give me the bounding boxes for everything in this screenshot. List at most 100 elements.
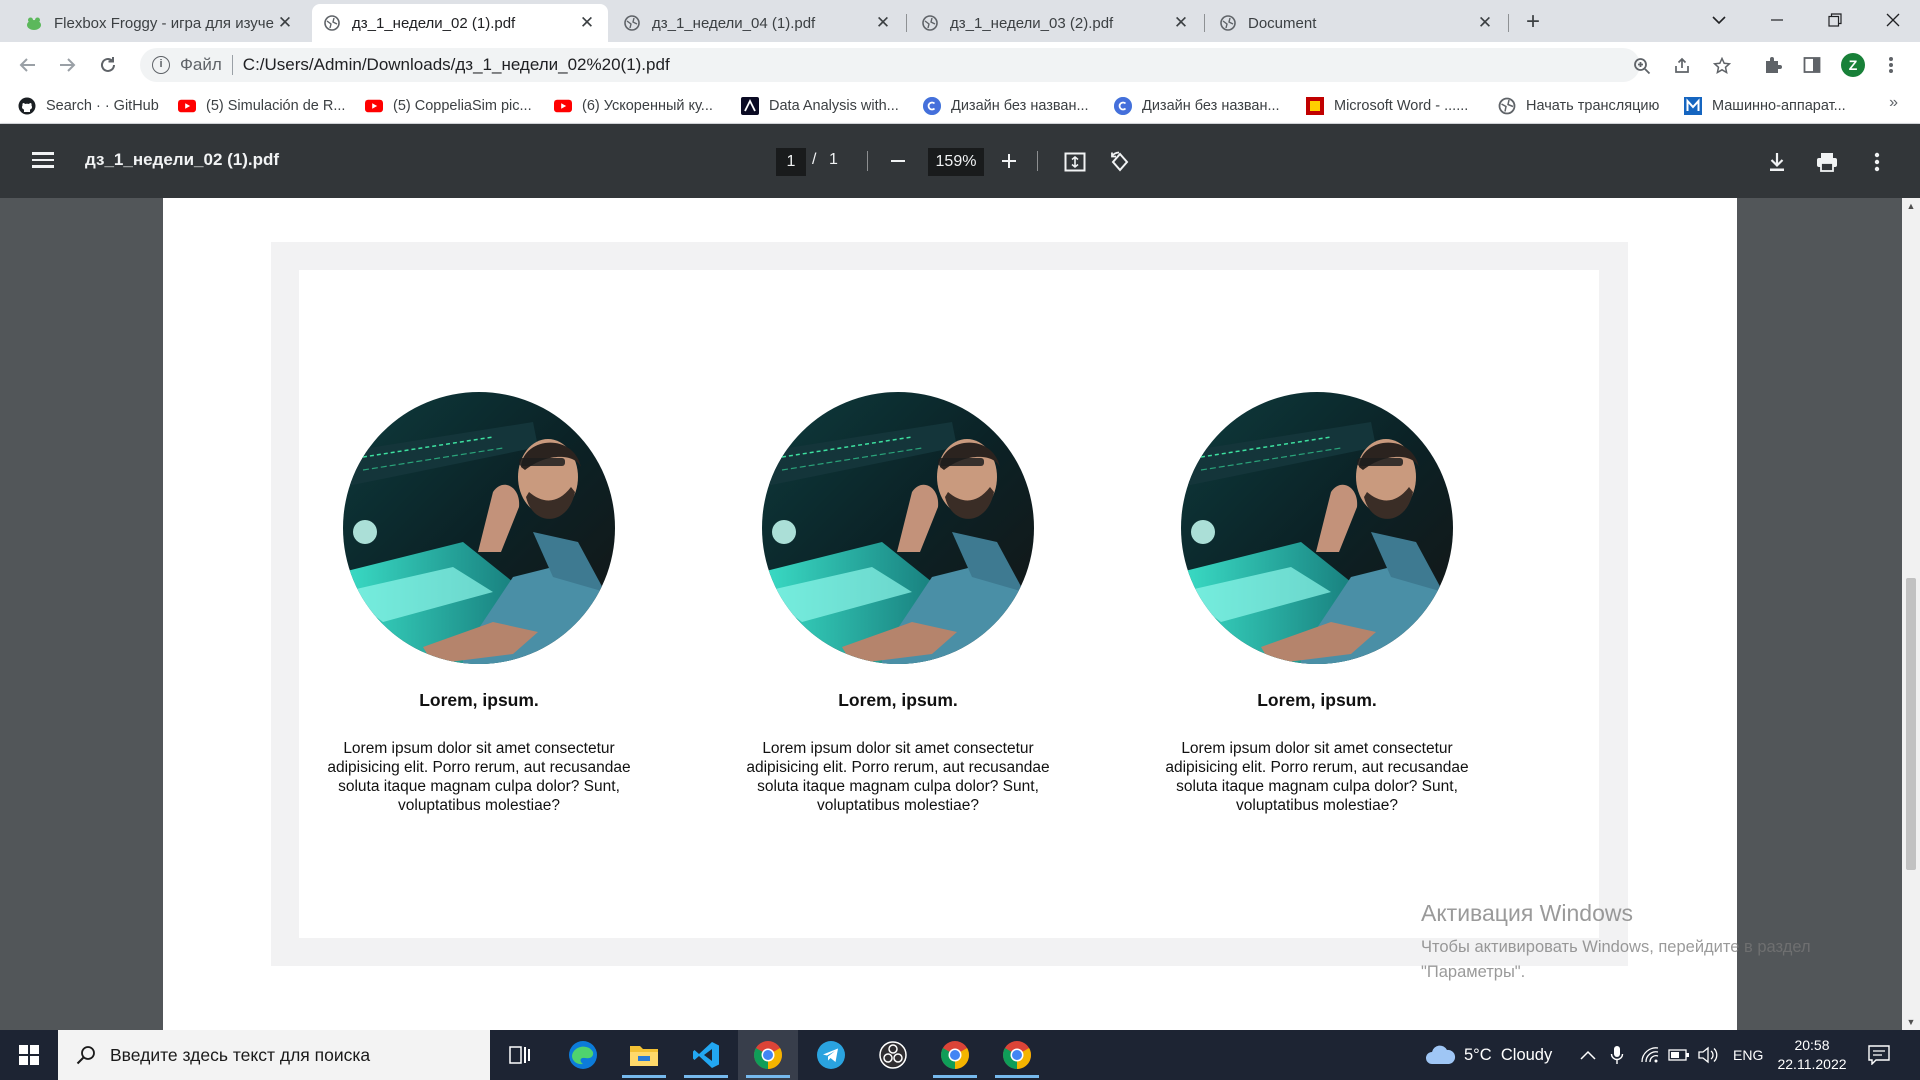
close-tab-icon[interactable]: ✕ bbox=[1476, 13, 1494, 33]
more-vertical-icon bbox=[1889, 57, 1893, 73]
bookmark-canva-1[interactable]: Дизайн без назван... bbox=[923, 94, 1089, 118]
weather-widget[interactable]: 5°C Cloudy bbox=[1424, 1030, 1552, 1080]
rotate-button[interactable] bbox=[1105, 147, 1135, 177]
pdf-page: Lorem, ipsum. Lorem ipsum dolor sit amet… bbox=[163, 198, 1737, 1030]
bookmark-label: Дизайн без назван... bbox=[1142, 98, 1280, 114]
tab-flexbox-froggy[interactable]: Flexbox Froggy - игра для изуче ✕ bbox=[14, 4, 306, 42]
minimize-button[interactable] bbox=[1748, 0, 1806, 40]
taskbar-telegram[interactable] bbox=[801, 1030, 861, 1080]
page-total: 1 bbox=[829, 151, 838, 168]
frog-icon bbox=[27, 17, 41, 30]
download-button[interactable] bbox=[1762, 147, 1792, 177]
bookmark-machine[interactable]: Машинно-аппарат... bbox=[1684, 94, 1846, 118]
close-tab-icon[interactable]: ✕ bbox=[276, 13, 294, 33]
volume-tray[interactable] bbox=[1698, 1030, 1720, 1080]
scrollbar-thumb[interactable] bbox=[1906, 578, 1916, 870]
task-view-button[interactable] bbox=[490, 1030, 550, 1080]
tab-title: дз_1_недели_02 (1).pdf bbox=[352, 14, 516, 32]
start-button[interactable] bbox=[0, 1030, 58, 1080]
reload-button[interactable] bbox=[94, 51, 122, 79]
bookmark-data-analysis[interactable]: Data Analysis with... bbox=[741, 94, 899, 118]
bookmark-broadcast[interactable]: Начать трансляцию bbox=[1498, 94, 1659, 118]
tab-pdf-03[interactable]: дз_1_недели_03 (2).pdf ✕ bbox=[910, 4, 1202, 42]
profile-button[interactable]: Z bbox=[1838, 50, 1868, 80]
info-icon[interactable]: i bbox=[152, 56, 170, 74]
document-icon bbox=[1306, 97, 1324, 115]
back-button[interactable] bbox=[14, 51, 42, 79]
taskbar-chrome-profile-2[interactable] bbox=[925, 1030, 985, 1080]
zoom-in-button[interactable] bbox=[994, 146, 1024, 176]
microphone-tray[interactable] bbox=[1610, 1030, 1624, 1080]
zoom-icon[interactable] bbox=[1630, 54, 1654, 78]
divider bbox=[231, 55, 233, 75]
forward-button[interactable] bbox=[53, 51, 81, 79]
fit-page-button[interactable] bbox=[1060, 147, 1090, 177]
print-button[interactable] bbox=[1812, 147, 1842, 177]
task-view-icon bbox=[509, 1046, 530, 1064]
bookmark-youtube-3[interactable]: (6) Ускоренный ку... bbox=[554, 94, 713, 118]
pdf-viewport[interactable]: Lorem, ipsum. Lorem ipsum dolor sit amet… bbox=[0, 198, 1920, 1030]
page-number-input[interactable]: 1 bbox=[776, 148, 806, 176]
tab-pdf-02[interactable]: дз_1_недели_02 (1).pdf ✕ bbox=[312, 4, 608, 42]
divider bbox=[867, 151, 868, 171]
star-icon[interactable] bbox=[1710, 54, 1734, 78]
bookmark-youtube-1[interactable]: (5) Simulación de R... bbox=[178, 94, 345, 118]
taskbar-clock[interactable]: 20:58 22.11.2022 bbox=[1770, 1036, 1854, 1074]
restore-icon bbox=[1828, 13, 1842, 27]
bookmark-canva-2[interactable]: Дизайн без назван... bbox=[1114, 94, 1280, 118]
network-tray[interactable] bbox=[1640, 1030, 1660, 1080]
tab-pdf-04[interactable]: дз_1_недели_04 (1).pdf ✕ bbox=[612, 4, 904, 42]
youtube-icon bbox=[178, 98, 196, 114]
chrome-icon bbox=[754, 1041, 782, 1069]
side-panel-button[interactable] bbox=[1797, 50, 1827, 80]
url-text[interactable]: C:/Users/Admin/Downloads/дз_1_недели_02%… bbox=[243, 55, 670, 75]
zoom-out-button[interactable] bbox=[883, 146, 913, 176]
bookmark-word[interactable]: Microsoft Word - ...... bbox=[1306, 94, 1468, 118]
profile-card: Lorem, ipsum. Lorem ipsum dolor sit amet… bbox=[1137, 392, 1497, 815]
bookmarks-more-button[interactable]: » bbox=[1889, 94, 1898, 112]
plus-icon bbox=[1002, 154, 1016, 168]
taskbar-obs[interactable] bbox=[863, 1030, 923, 1080]
arrow-left-icon bbox=[19, 58, 35, 72]
pdf-more-button[interactable] bbox=[1862, 147, 1892, 177]
address-bar[interactable]: i Файл C:/Users/Admin/Downloads/дз_1_нед… bbox=[140, 48, 1731, 82]
telegram-icon bbox=[817, 1041, 845, 1069]
share-icon[interactable] bbox=[1670, 54, 1694, 78]
taskbar-file-explorer[interactable] bbox=[614, 1030, 674, 1080]
language-indicator[interactable]: ENG bbox=[1733, 1030, 1763, 1080]
tab-search-button[interactable] bbox=[1690, 0, 1748, 40]
bookmark-github[interactable]: Search · · GitHub bbox=[18, 94, 159, 118]
new-tab-button[interactable]: + bbox=[1520, 9, 1546, 35]
taskbar-chrome-active[interactable] bbox=[738, 1030, 798, 1080]
show-hidden-icons-button[interactable] bbox=[1580, 1030, 1596, 1080]
taskbar-vscode[interactable] bbox=[676, 1030, 736, 1080]
taskbar-chrome-profile-3[interactable] bbox=[987, 1030, 1047, 1080]
close-window-button[interactable] bbox=[1864, 0, 1920, 40]
browser-menu-button[interactable] bbox=[1876, 50, 1906, 80]
tab-strip: Flexbox Froggy - игра для изуче ✕ дз_1_н… bbox=[0, 0, 1920, 42]
battery-tray[interactable] bbox=[1668, 1030, 1690, 1080]
globe-icon bbox=[922, 15, 938, 31]
tab-separator bbox=[1204, 14, 1205, 32]
tab-document[interactable]: Document ✕ bbox=[1208, 4, 1506, 42]
notification-icon bbox=[1868, 1045, 1890, 1065]
avatar: Z bbox=[1841, 53, 1865, 77]
bookmark-youtube-2[interactable]: (5) CoppeliaSim pic... bbox=[365, 94, 532, 118]
obs-icon bbox=[879, 1041, 907, 1069]
scroll-down-arrow-icon[interactable]: ▼ bbox=[1902, 1014, 1920, 1030]
close-tab-icon[interactable]: ✕ bbox=[874, 13, 892, 33]
zoom-level-input[interactable]: 159% bbox=[928, 148, 984, 176]
card-text: Lorem ipsum dolor sit amet consectetur a… bbox=[327, 740, 631, 814]
scroll-up-arrow-icon[interactable]: ▲ bbox=[1902, 198, 1920, 214]
search-placeholder: Введите здесь текст для поиска bbox=[110, 1044, 371, 1065]
taskbar-edge[interactable] bbox=[553, 1030, 613, 1080]
notifications-button[interactable] bbox=[1868, 1030, 1890, 1080]
close-tab-icon[interactable]: ✕ bbox=[1172, 13, 1190, 33]
vertical-scrollbar[interactable]: ▲ ▼ bbox=[1902, 198, 1920, 1030]
extensions-button[interactable] bbox=[1758, 50, 1788, 80]
card-text: Lorem ipsum dolor sit amet consectetur a… bbox=[1165, 740, 1469, 814]
restore-button[interactable] bbox=[1806, 0, 1864, 40]
taskbar-search-input[interactable]: Введите здесь текст для поиска bbox=[58, 1030, 490, 1080]
close-tab-icon[interactable]: ✕ bbox=[578, 13, 596, 33]
hamburger-menu-icon[interactable] bbox=[30, 148, 56, 174]
